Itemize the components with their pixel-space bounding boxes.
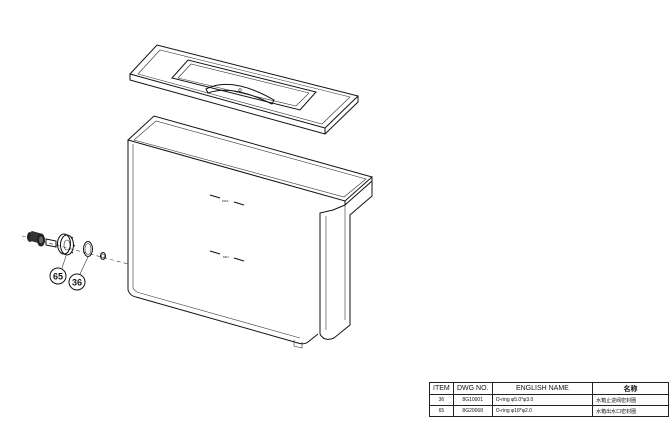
bom-cell-english: O-ring φ5.0*φ3.0 [491,394,594,406]
bom-header-dwg: DWG NO. [452,382,493,395]
bom-cell-item: 36 [429,394,454,406]
valve-core [27,230,45,247]
min-level-mark: MIN [209,250,245,262]
balloon-36: 36 [68,256,89,291]
balloon-65: 65 [49,255,67,285]
o-ring-36 [100,252,106,260]
outlet-fitting [45,233,76,256]
bom-cell-dwg: 8G10001 [452,394,493,406]
bom-header-item: ITEM [429,382,454,395]
max-level-mark: MAX [209,194,245,206]
bom-header-chinese: 名称 [592,382,669,395]
bom-cell-dwg: 8G20068 [452,405,493,417]
exploded-view-drawing: MAX MIN 65 36 [21,44,374,349]
balloon-36-label: 36 [72,278,82,288]
tank-lid [129,44,359,135]
bill-of-materials: ITEM DWG NO. ENGLISH NAME 名称 36 8G10001 … [429,382,669,417]
water-tank: MAX MIN [127,115,374,349]
bom-cell-english: O-ring φ18*φ2.0 [491,405,594,417]
outlet-valve-assembly [21,230,129,265]
table-row: 36 8G10001 O-ring φ5.0*φ3.0 水箱止逆阀密封圈 [429,394,669,406]
bom-cell-item: 65 [429,405,454,417]
min-level-label: MIN [223,255,229,259]
bom-header-english: ENGLISH NAME [491,382,594,395]
max-level-label: MAX [222,199,229,203]
bom-cell-chinese: 水箱出水口密封圈 [592,405,669,417]
table-row: 65 8G20068 O-ring φ18*φ2.0 水箱出水口密封圈 [429,405,669,417]
bom-header-row: ITEM DWG NO. ENGLISH NAME 名称 [429,382,669,395]
bom-cell-chinese: 水箱止逆阀密封圈 [592,394,669,406]
balloon-65-label: 65 [53,272,63,282]
